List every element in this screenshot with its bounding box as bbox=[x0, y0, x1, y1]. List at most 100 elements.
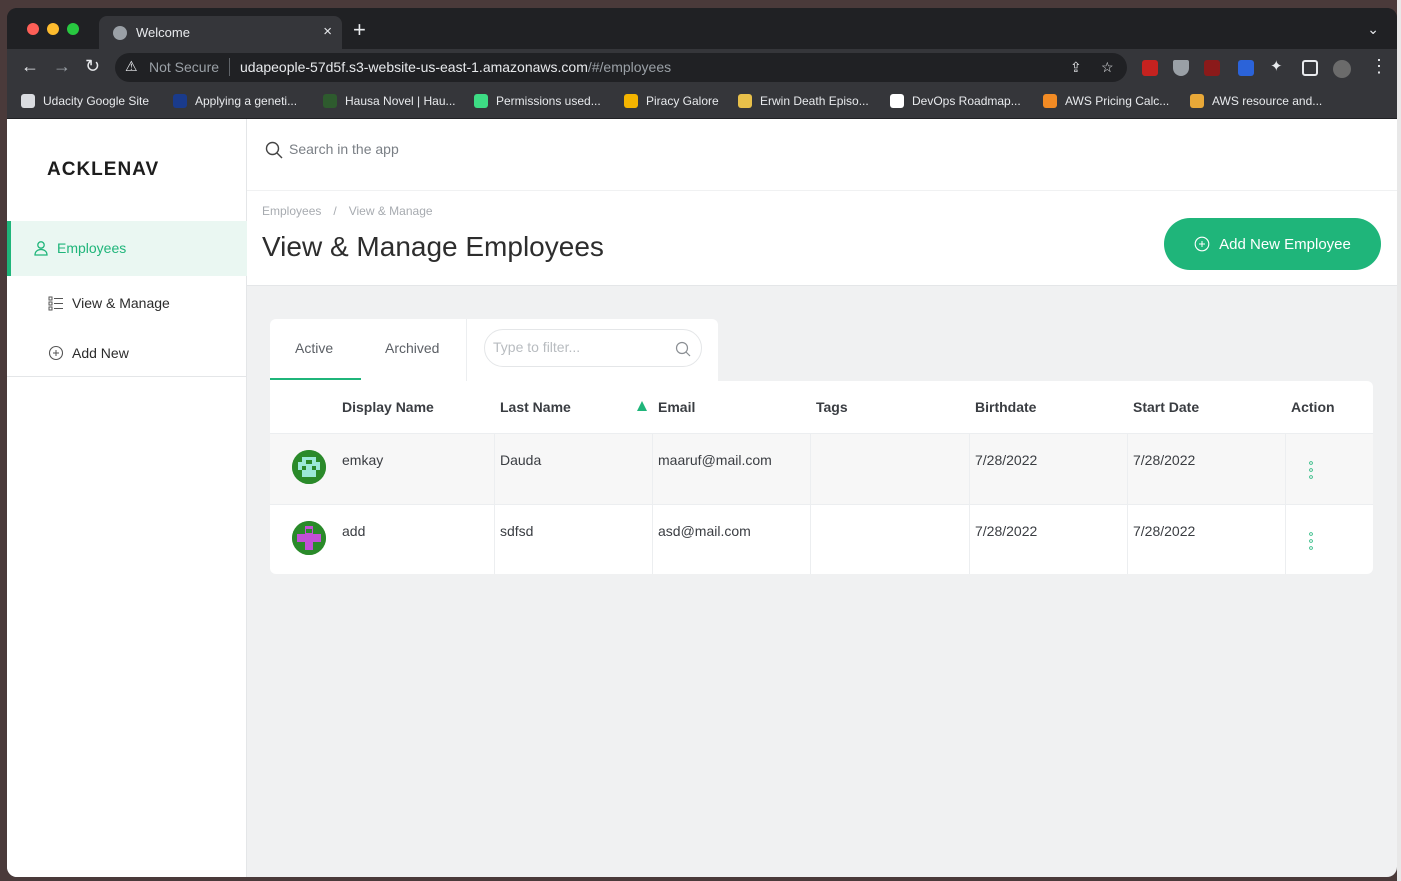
close-window-button[interactable] bbox=[27, 23, 39, 35]
tab-search-icon[interactable]: ⌄ bbox=[1367, 21, 1379, 38]
cell-last-name: Dauda bbox=[500, 452, 542, 468]
sidebar-item-employees[interactable]: Employees bbox=[7, 221, 247, 276]
bookmark-item[interactable]: AWS resource and... bbox=[1190, 94, 1322, 108]
bookmarks-bar: Udacity Google Site Applying a geneti... H… bbox=[7, 86, 1397, 119]
column-header-start-date[interactable]: Start Date bbox=[1133, 399, 1199, 415]
cell-display-name: emkay bbox=[342, 452, 384, 468]
back-icon[interactable]: ← bbox=[21, 56, 39, 77]
plus-circle-icon bbox=[48, 345, 64, 361]
kebab-menu-icon[interactable] bbox=[1309, 461, 1313, 479]
url-text[interactable]: udapeople-57d5f.s3-website-us-east-1.ama… bbox=[240, 59, 671, 75]
table-row[interactable]: add sdfsd asd@mail.com 7/28/2022 7/28/20… bbox=[270, 504, 1373, 574]
extension-icon-2[interactable] bbox=[1173, 60, 1189, 76]
page-title: View & Manage Employees bbox=[262, 231, 604, 262]
tab-strip: Welcome × + ⌄ bbox=[7, 8, 1397, 49]
address-bar[interactable]: ⚠ Not Secure udapeople-57d5f.s3-website-… bbox=[115, 53, 1127, 82]
maximize-window-button[interactable] bbox=[67, 23, 79, 35]
tab-active[interactable]: Active bbox=[295, 340, 333, 356]
page-header: Employees / View & Manage View & Manage Em… bbox=[247, 191, 1397, 286]
column-divider bbox=[652, 505, 653, 574]
logo: ACKLENAV bbox=[47, 159, 160, 180]
bookmark-favicon-icon bbox=[474, 94, 488, 108]
bookmark-item[interactable]: Hausa Novel | Hau... bbox=[323, 94, 456, 108]
search-icon[interactable] bbox=[675, 341, 691, 357]
cell-start-date: 7/28/2022 bbox=[1133, 523, 1196, 539]
sidebar-item-view-manage[interactable]: View & Manage bbox=[7, 283, 247, 323]
side-panel-icon[interactable] bbox=[1302, 60, 1318, 76]
omnibox-divider bbox=[229, 58, 230, 76]
active-tab-indicator bbox=[270, 378, 361, 380]
tab-title: Welcome bbox=[136, 25, 190, 40]
app-page: ACKLENAV Employees View & Manage Add New… bbox=[7, 119, 1397, 877]
warning-icon[interactable]: ⚠ bbox=[125, 58, 138, 75]
bookmark-favicon-icon bbox=[173, 94, 187, 108]
cell-email: asd@mail.com bbox=[658, 523, 751, 539]
minimize-window-button[interactable] bbox=[47, 23, 59, 35]
bookmark-star-icon[interactable]: ☆ bbox=[1101, 59, 1114, 76]
sidebar-item-label: Employees bbox=[57, 240, 127, 256]
bookmark-favicon-icon bbox=[624, 94, 638, 108]
bookmark-item[interactable]: DevOps Roadmap... bbox=[890, 94, 1021, 108]
bookmark-label: DevOps Roadmap... bbox=[912, 94, 1021, 108]
browser-tab[interactable]: Welcome × bbox=[99, 16, 342, 49]
column-divider bbox=[810, 505, 811, 574]
column-divider bbox=[652, 434, 653, 505]
search-icon bbox=[265, 141, 283, 159]
browser-toolbar: ← → ↻ ⚠ Not Secure udapeople-57d5f.s3-we… bbox=[7, 49, 1397, 86]
globe-icon bbox=[113, 26, 127, 40]
bookmark-favicon-icon bbox=[21, 94, 35, 108]
puzzle-icon[interactable]: ✦ bbox=[1270, 57, 1286, 75]
bookmark-item[interactable]: Erwin Death Episo... bbox=[738, 94, 869, 108]
cell-display-name: add bbox=[342, 523, 366, 539]
tab-archived[interactable]: Archived bbox=[385, 340, 439, 356]
bookmark-label: AWS Pricing Calc... bbox=[1065, 94, 1170, 108]
filter-field[interactable] bbox=[484, 329, 702, 367]
column-divider bbox=[969, 434, 970, 505]
bookmark-favicon-icon bbox=[738, 94, 752, 108]
avatar bbox=[292, 450, 326, 484]
column-divider bbox=[1127, 434, 1128, 505]
browser-window: Welcome × + ⌄ ← → ↻ ⚠ Not Secure udapeop… bbox=[7, 8, 1397, 877]
column-header-tags[interactable]: Tags bbox=[816, 399, 848, 415]
breadcrumb-employees[interactable]: Employees bbox=[262, 204, 321, 218]
bookmark-item[interactable]: Piracy Galore bbox=[624, 94, 719, 108]
security-label[interactable]: Not Secure bbox=[149, 59, 219, 75]
extension-icon-4[interactable] bbox=[1238, 60, 1254, 76]
tab-divider bbox=[466, 319, 467, 381]
kebab-menu-icon[interactable] bbox=[1309, 532, 1313, 550]
table-row[interactable]: emkay Dauda maaruf@mail.com 7/28/2022 7/… bbox=[270, 433, 1373, 505]
column-header-last-name[interactable]: Last Name bbox=[500, 399, 571, 415]
bookmark-item[interactable]: AWS Pricing Calc... bbox=[1043, 94, 1169, 108]
menu-icon[interactable]: ⋮ bbox=[1370, 56, 1388, 77]
bookmark-item[interactable]: Permissions used... bbox=[474, 94, 601, 108]
share-icon[interactable]: ⇪ bbox=[1070, 59, 1082, 76]
column-header-display-name[interactable]: Display Name bbox=[342, 399, 434, 415]
column-header-birthdate[interactable]: Birthdate bbox=[975, 399, 1036, 415]
sidebar-item-add-new[interactable]: Add New bbox=[7, 333, 247, 373]
reload-icon[interactable]: ↻ bbox=[85, 56, 100, 77]
bookmark-item[interactable]: Udacity Google Site bbox=[21, 94, 149, 108]
bookmark-item[interactable]: Applying a geneti... bbox=[173, 94, 297, 108]
profile-avatar[interactable] bbox=[1333, 60, 1351, 78]
new-tab-button[interactable]: + bbox=[353, 19, 366, 41]
avatar bbox=[292, 521, 326, 555]
bookmark-label: Hausa Novel | Hau... bbox=[345, 94, 456, 108]
bookmark-label: Udacity Google Site bbox=[43, 94, 150, 108]
column-divider bbox=[810, 434, 811, 505]
bookmark-favicon-icon bbox=[323, 94, 337, 108]
background-window-edge bbox=[1397, 0, 1401, 881]
sort-ascending-icon[interactable] bbox=[637, 401, 647, 411]
add-new-employee-button[interactable]: Add New Employee bbox=[1164, 218, 1381, 270]
ublock-icon[interactable] bbox=[1204, 60, 1220, 76]
filter-input[interactable] bbox=[493, 339, 663, 355]
bookmark-favicon-icon bbox=[1043, 94, 1057, 108]
column-header-action: Action bbox=[1291, 399, 1335, 415]
column-header-email[interactable]: Email bbox=[658, 399, 695, 415]
sidebar-divider bbox=[7, 376, 247, 377]
search-input[interactable] bbox=[289, 137, 889, 161]
breadcrumb: Employees / View & Manage bbox=[262, 204, 433, 218]
cell-birthdate: 7/28/2022 bbox=[975, 452, 1038, 468]
forward-icon[interactable]: → bbox=[53, 56, 71, 77]
extension-icon-1[interactable] bbox=[1142, 60, 1158, 76]
tab-close-icon[interactable]: × bbox=[323, 23, 332, 40]
